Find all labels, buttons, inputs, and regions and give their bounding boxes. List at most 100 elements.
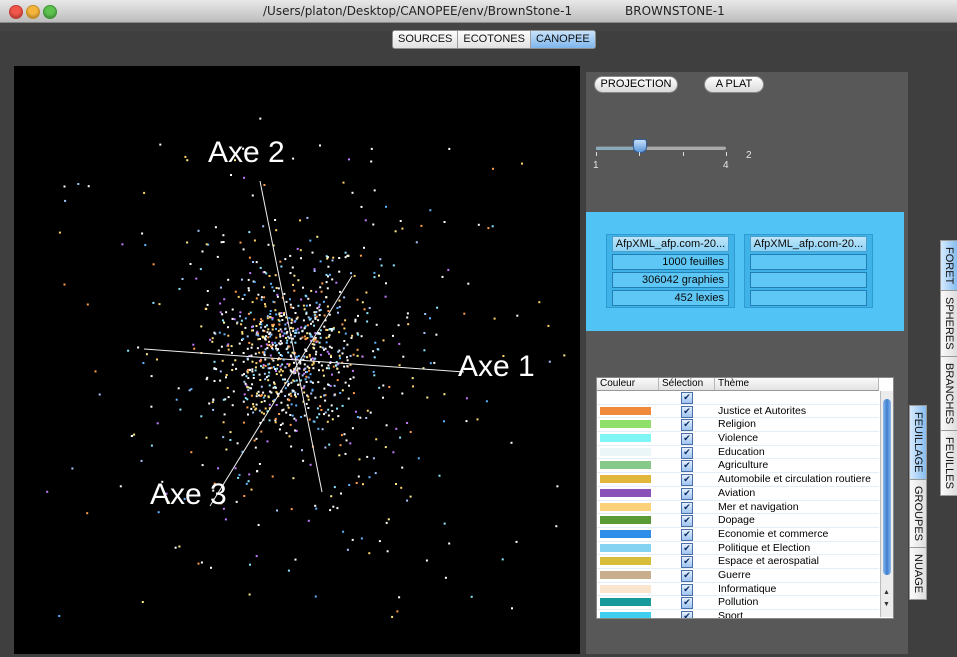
table-row[interactable]: ✔ Education: [597, 446, 879, 460]
color-cell[interactable]: [597, 528, 659, 541]
color-swatch[interactable]: [600, 475, 651, 484]
column-header-selection[interactable]: Sélection: [659, 378, 715, 390]
color-cell[interactable]: [597, 473, 659, 486]
color-swatch[interactable]: [600, 570, 651, 579]
minimize-window-button[interactable]: [26, 5, 40, 19]
table-row[interactable]: ✔ Politique et Election: [597, 542, 879, 556]
color-cell[interactable]: [597, 418, 659, 431]
color-cell[interactable]: [597, 596, 659, 609]
color-cell[interactable]: [597, 569, 659, 582]
selection-checkbox[interactable]: ✔: [681, 597, 693, 610]
selection-checkbox[interactable]: ✔: [681, 515, 693, 528]
tab-canopee[interactable]: CANOPEE: [530, 31, 595, 48]
selection-checkbox[interactable]: ✔: [681, 419, 693, 432]
table-row[interactable]: ✔ Agriculture: [597, 459, 879, 474]
zoom-window-button[interactable]: [43, 5, 57, 19]
table-row[interactable]: ✔ Justice et Autorites: [597, 405, 879, 419]
table-row[interactable]: ✔ Mer et navigation: [597, 501, 879, 515]
control-panel: PROJECTION A PLAT 1 4 2 AfpXML_afp.com-2…: [586, 72, 908, 654]
scroll-up-icon[interactable]: ▲: [883, 589, 890, 596]
selection-checkbox[interactable]: ✔: [681, 501, 693, 514]
color-swatch[interactable]: [600, 447, 651, 456]
tab-foret[interactable]: FORET: [940, 240, 957, 291]
table-row[interactable]: ✔ Guerre: [597, 569, 879, 583]
color-cell[interactable]: [597, 432, 659, 445]
color-swatch[interactable]: [600, 543, 651, 552]
selection-checkbox[interactable]: ✔: [681, 474, 693, 487]
color-swatch[interactable]: [600, 557, 651, 566]
selection-checkbox[interactable]: ✔: [681, 542, 693, 555]
selection-checkbox[interactable]: ✔: [681, 446, 693, 459]
color-swatch[interactable]: [600, 502, 651, 511]
selection-checkbox[interactable]: ✔: [681, 433, 693, 446]
selection-checkbox[interactable]: ✔: [681, 611, 693, 618]
corpus-name[interactable]: AfpXML_afp.com-20...: [612, 236, 729, 252]
color-cell[interactable]: [597, 391, 659, 404]
table-row[interactable]: ✔ Violence: [597, 432, 879, 446]
close-window-button[interactable]: [9, 5, 23, 19]
color-swatch[interactable]: [600, 393, 651, 401]
selection-checkbox[interactable]: ✔: [681, 528, 693, 541]
selection-checkbox[interactable]: ✔: [681, 583, 693, 596]
data-point: [141, 232, 144, 235]
tab-ecotones[interactable]: ECOTONES: [458, 31, 531, 48]
selection-checkbox[interactable]: ✔: [681, 392, 693, 404]
table-row[interactable]: ✔ Aviation: [597, 487, 879, 501]
table-row[interactable]: ✔ Automobile et circulation routiere: [597, 473, 879, 487]
selection-checkbox[interactable]: ✔: [681, 460, 693, 473]
table-row[interactable]: ✔ Informatique: [597, 583, 879, 597]
projection-canvas[interactable]: Axe 1 Axe 2 Axe 3: [14, 66, 580, 654]
point-cloud-svg[interactable]: Axe 1 Axe 2 Axe 3: [14, 66, 580, 654]
color-swatch[interactable]: [600, 406, 651, 415]
tab-sources[interactable]: SOURCES: [393, 31, 459, 48]
axes-slider-thumb[interactable]: [633, 139, 648, 153]
table-scrollbar[interactable]: ▲ ▼: [880, 391, 893, 617]
flat-button[interactable]: A PLAT: [704, 76, 764, 93]
tab-spheres[interactable]: SPHERES: [940, 290, 957, 356]
selection-checkbox[interactable]: ✔: [681, 569, 693, 582]
color-cell[interactable]: [597, 514, 659, 527]
color-swatch[interactable]: [600, 529, 651, 538]
corpus-name[interactable]: AfpXML_afp.com-20...: [750, 236, 867, 252]
projection-button[interactable]: PROJECTION: [594, 76, 678, 93]
color-swatch[interactable]: [600, 434, 651, 443]
table-row[interactable]: ✔ Espace et aerospatial: [597, 555, 879, 569]
tab-groupes[interactable]: GROUPES: [909, 478, 927, 547]
axes-slider-track[interactable]: [596, 146, 726, 150]
table-row[interactable]: ✔ Pollution: [597, 596, 879, 610]
tab-nuage[interactable]: NUAGE: [909, 546, 927, 600]
color-swatch[interactable]: [600, 461, 651, 470]
column-header-theme[interactable]: Thème: [715, 378, 879, 390]
table-row[interactable]: ✔ Dopage: [597, 514, 879, 528]
color-swatch[interactable]: [600, 584, 651, 593]
color-swatch[interactable]: [600, 612, 651, 618]
tab-feuillage[interactable]: FEUILLAGE: [909, 405, 927, 479]
table-row[interactable]: ✔ Religion: [597, 418, 879, 433]
color-cell[interactable]: [597, 405, 659, 418]
scrollbar-thumb[interactable]: [883, 399, 891, 575]
table-row[interactable]: ✔ Economie et commerce: [597, 528, 879, 542]
color-cell[interactable]: [597, 501, 659, 514]
column-header-color[interactable]: Couleur: [597, 378, 659, 390]
selection-checkbox[interactable]: ✔: [681, 556, 693, 569]
color-cell[interactable]: [597, 446, 659, 459]
color-cell[interactable]: [597, 583, 659, 596]
color-swatch[interactable]: [600, 598, 651, 607]
table-row[interactable]: ✔ Sport: [597, 610, 879, 618]
color-swatch[interactable]: [600, 488, 651, 497]
color-swatch[interactable]: [600, 516, 651, 525]
table-row[interactable]: ✔: [597, 391, 879, 405]
color-cell[interactable]: [597, 459, 659, 472]
data-point: [373, 271, 376, 274]
color-cell[interactable]: [597, 555, 659, 568]
color-cell[interactable]: [597, 610, 659, 618]
color-cell[interactable]: [597, 542, 659, 555]
color-swatch[interactable]: [600, 420, 651, 429]
tab-feuilles[interactable]: FEUILLES: [940, 429, 957, 496]
scroll-down-icon[interactable]: ▼: [883, 601, 890, 608]
selection-checkbox[interactable]: ✔: [681, 487, 693, 500]
tab-branches[interactable]: BRANCHES: [940, 355, 957, 430]
selection-checkbox[interactable]: ✔: [681, 405, 693, 418]
color-cell[interactable]: [597, 487, 659, 500]
data-point: [248, 473, 251, 476]
